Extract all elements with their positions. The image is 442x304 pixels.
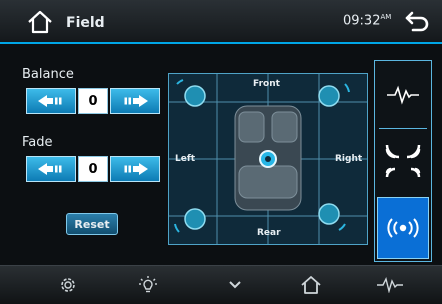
left-label: Left (175, 154, 196, 164)
bottom-bar (0, 265, 442, 304)
balance-label: Balance (22, 67, 74, 82)
gear-icon (61, 278, 75, 292)
fade-left-button[interactable] (26, 156, 76, 182)
listening-position-marker (259, 150, 277, 168)
brightness-button[interactable] (134, 272, 162, 298)
fade-label: Fade (22, 135, 53, 150)
sidebar (374, 60, 432, 262)
page-title: Field (66, 15, 105, 31)
settings-button[interactable] (54, 272, 82, 298)
clock: 09:32AM (343, 13, 391, 28)
sidebar-divider (379, 128, 427, 129)
fade-right-button[interactable] (110, 156, 160, 182)
collapse-button[interactable] (221, 272, 249, 298)
back-arrow-icon[interactable] (403, 9, 431, 33)
home-icon[interactable] (26, 9, 54, 35)
home-icon (301, 276, 321, 294)
waveform-icon (387, 85, 419, 105)
speaker-rear-left-icon (174, 208, 206, 233)
speaker-rear-right-icon (318, 203, 346, 231)
rear-label: Rear (257, 228, 281, 238)
waveform-icon (377, 277, 403, 293)
sidebar-item-sound-effects[interactable] (377, 130, 429, 192)
sound-field-grid[interactable]: Front Rear Left Right (168, 73, 368, 245)
front-label: Front (253, 79, 280, 89)
clock-time: 09:32 (343, 13, 381, 29)
chevron-down-icon (229, 281, 241, 289)
fade-value: 0 (78, 156, 108, 182)
top-bar: Field 09:32AM (0, 0, 442, 44)
arrow-right-icon (124, 95, 148, 107)
balance-left-button[interactable] (26, 88, 76, 114)
home-button[interactable] (297, 272, 325, 298)
arrow-left-icon (38, 163, 62, 175)
surround-icon (387, 218, 419, 238)
equalizer-button[interactable] (376, 272, 404, 298)
brightness-icon (139, 276, 157, 293)
balance-value: 0 (78, 88, 108, 114)
sound-waves-icon (385, 144, 421, 178)
sidebar-item-equalizer[interactable] (377, 64, 429, 126)
reset-button[interactable]: Reset (66, 213, 118, 235)
arrow-left-icon (38, 95, 62, 107)
balance-right-button[interactable] (110, 88, 160, 114)
right-label: Right (335, 154, 363, 164)
sidebar-item-surround[interactable] (377, 197, 429, 259)
speaker-front-right-icon (318, 83, 350, 107)
clock-am: AM (380, 13, 392, 21)
arrow-right-icon (124, 163, 148, 175)
